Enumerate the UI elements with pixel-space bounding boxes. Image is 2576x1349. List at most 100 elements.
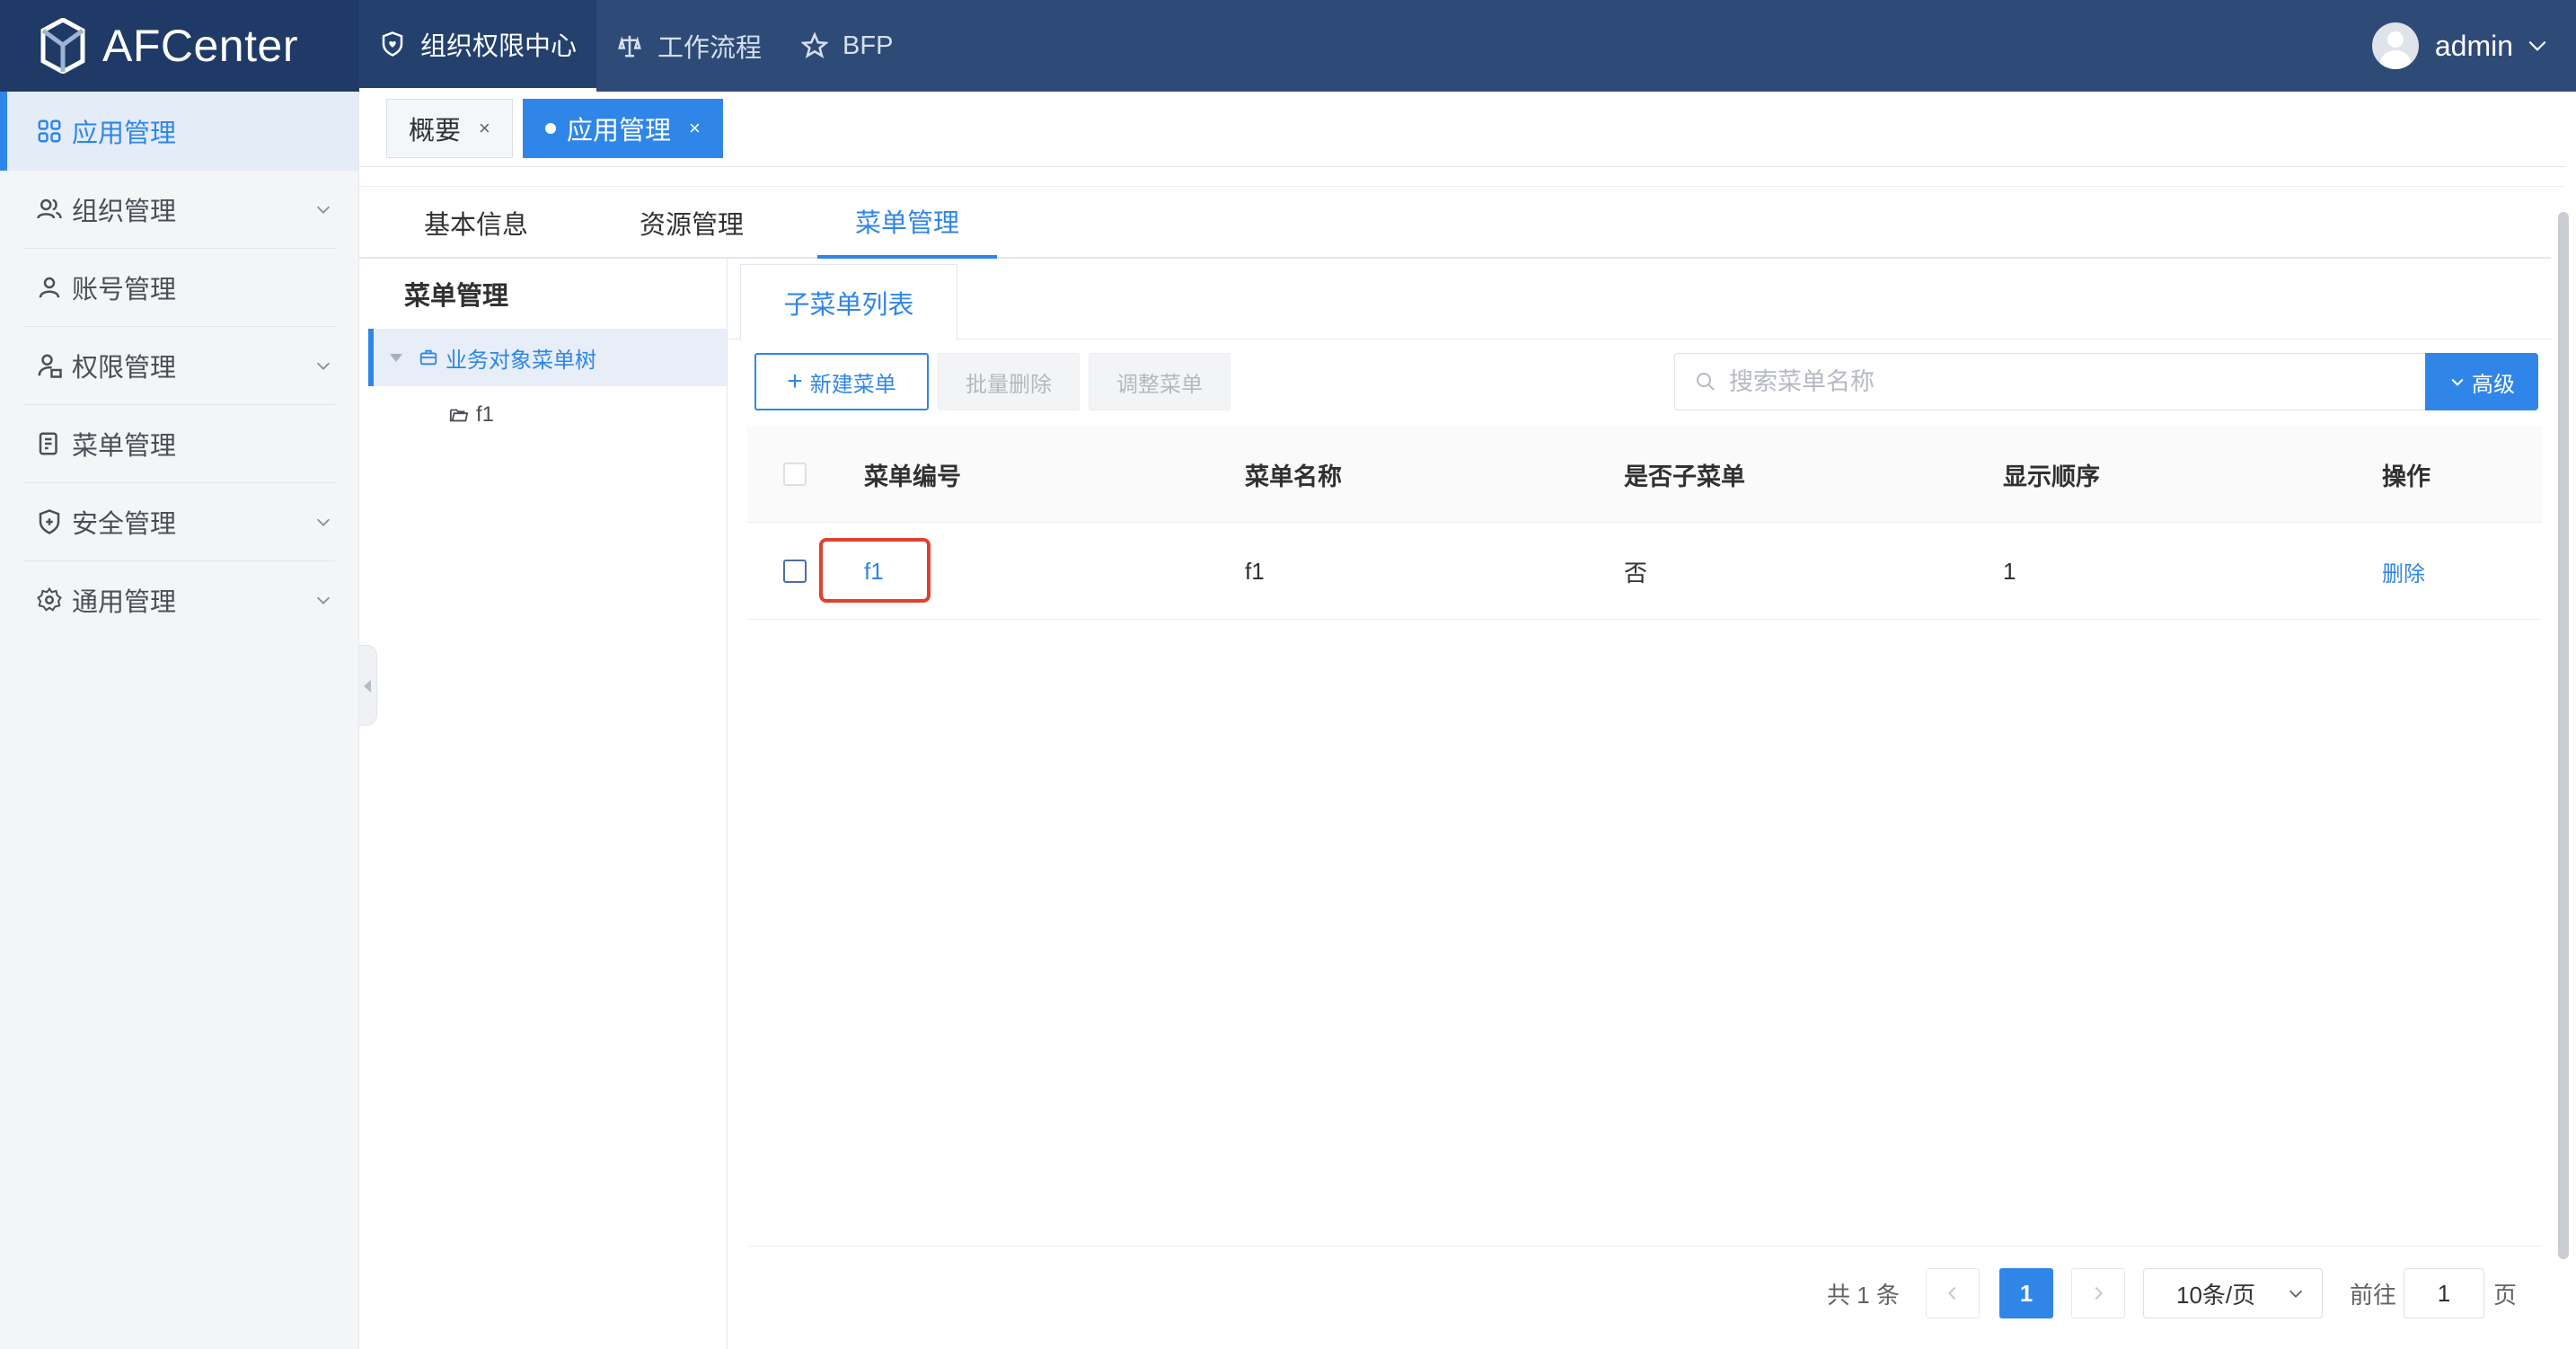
close-icon[interactable]: × [689,117,701,140]
column-header[interactable]: 显示顺序 [2003,426,2100,523]
page-number-current[interactable]: 1 [1999,1268,2053,1318]
sidebar-item-security-management[interactable]: 安全管理 [0,483,358,560]
delete-link[interactable]: 删除 [2382,523,2425,620]
menu-table: 菜单编号 菜单名称 是否子菜单 显示顺序 操作 f1 f1 否 1 删除 [747,426,2542,620]
detail-tabs: 基本信息 资源管理 菜单管理 [359,187,2551,259]
scrollbar[interactable] [2558,212,2569,1259]
column-header[interactable]: 菜单编号 [864,426,961,523]
chevron-down-icon [316,596,331,604]
button-label: 新建菜单 [809,372,896,397]
page-tab-bar: 概要 × 应用管理 × [359,92,2565,167]
page-size-select[interactable]: 10条/页 [2143,1268,2323,1318]
sidebar-item-general-management[interactable]: 通用管理 [0,561,358,639]
page-tab-overview[interactable]: 概要 × [386,99,513,158]
top-header: AFCenter 组织权限中心 工作流程 BFP admin [0,0,2576,92]
search-icon [1697,373,1715,391]
page-tab-app-management[interactable]: 应用管理 × [523,99,723,158]
tab-submenu-list[interactable]: 子菜单列表 [740,264,957,341]
column-header[interactable]: 菜单名称 [1245,426,1342,523]
select-all-checkbox[interactable] [783,463,807,486]
sidebar-item-label: 应用管理 [72,119,177,148]
user-icon [39,277,60,298]
column-header[interactable]: 是否子菜单 [1624,426,1745,523]
chevron-left-icon [1948,1286,1956,1301]
display-order-cell: 1 [2003,557,2016,585]
topnav-org-permission-center[interactable]: 组织权限中心 [359,0,597,92]
button-label: 调整菜单 [1116,372,1203,397]
button-label: 批量删除 [966,372,1052,397]
tab-label: 菜单管理 [854,209,959,238]
table-footer-divider [747,1246,2542,1247]
chevron-right-icon [2095,1286,2103,1301]
adjust-menu-button[interactable]: 调整菜单 [1089,353,1231,410]
advanced-search-button[interactable]: 高级 [2425,353,2538,410]
tree-node-f1[interactable]: f1 [368,386,727,444]
prev-page-button[interactable] [1926,1268,1980,1318]
page-tab-label: 概要 [409,117,462,145]
sidebar-item-menu-management[interactable]: 菜单管理 [0,405,358,482]
sub-tab-bar: 子菜单列表 [729,259,2551,341]
sidebar-item-label: 安全管理 [72,510,177,539]
caret-down-icon[interactable] [390,353,402,362]
sidebar-item-permission-management[interactable]: 权限管理 [0,327,358,404]
sidebar-item-label: 权限管理 [72,354,177,383]
table-row: f1 f1 否 1 删除 [747,523,2542,620]
menu-tree-panel: 菜单管理 业务对象菜单树 f1 [368,259,728,1349]
page-size-value: 10条/页 [2176,1281,2256,1309]
sidebar-item-label: 组织管理 [72,198,177,226]
active-dot-icon [545,123,556,134]
new-menu-button[interactable]: + 新建菜单 [754,353,929,410]
user-name: admin [2434,29,2513,62]
tab-menu-management[interactable]: 菜单管理 [817,187,997,259]
sidebar-item-label: 通用管理 [72,588,177,617]
user-menu[interactable]: admin [2371,0,2549,92]
page-tab-label: 应用管理 [567,117,672,145]
grid-icon [38,119,61,143]
folder-icon [449,409,469,422]
search-box [1674,353,2425,410]
next-page-button[interactable] [2071,1268,2125,1318]
topnav-label: BFP [842,31,894,60]
top-navigation: 组织权限中心 工作流程 BFP [359,0,913,92]
topnav-label: 工作流程 [657,34,763,63]
batch-delete-button[interactable]: 批量删除 [938,353,1080,410]
sidebar-item-org-management[interactable]: 组织管理 [0,171,358,248]
button-label: 高级 [2472,372,2515,397]
chevron-down-icon [316,206,331,214]
tree-node-label: 业务对象菜单树 [446,348,596,373]
star-icon [801,32,829,59]
chevron-down-icon [2451,378,2464,386]
chevron-down-icon [2289,1290,2303,1298]
tree-node-root[interactable]: 业务对象菜单树 [368,329,727,386]
goto-label: 前往 [2350,1281,2397,1309]
menu-name-cell: f1 [1245,557,1265,585]
briefcase-icon [419,349,437,366]
tab-basic-info[interactable]: 基本信息 [404,187,548,259]
app-logo[interactable]: AFCenter [0,0,359,92]
shield-heart-icon [382,31,403,57]
sidebar-item-account-management[interactable]: 账号管理 [0,249,358,326]
chevron-down-icon [316,518,331,526]
chevron-down-icon [316,362,331,370]
tree-node-label: f1 [476,402,495,427]
search-input[interactable] [1729,367,2394,396]
goto-page-input[interactable]: 1 [2404,1268,2484,1318]
table-header: 菜单编号 菜单名称 是否子菜单 显示顺序 操作 [747,426,2542,523]
content-separator [359,167,2565,187]
sidebar-item-app-management[interactable]: 应用管理 [0,92,358,171]
afcenter-logo-icon [40,18,85,74]
tab-label: 基本信息 [423,211,528,240]
plus-icon: + [787,366,803,396]
menu-doc-icon [39,432,57,455]
topnav-workflow[interactable]: 工作流程 [596,0,781,92]
chevron-down-icon [2528,40,2546,51]
user-lock-icon [38,354,62,378]
tab-resource-management[interactable]: 资源管理 [620,187,763,259]
logo-text: AFCenter [102,21,298,71]
shield-plus-icon [39,509,60,534]
tab-label: 资源管理 [639,211,744,240]
topnav-bfp[interactable]: BFP [781,0,913,92]
row-checkbox[interactable] [783,560,807,583]
page-suffix: 页 [2493,1281,2518,1309]
close-icon[interactable]: × [479,117,490,140]
